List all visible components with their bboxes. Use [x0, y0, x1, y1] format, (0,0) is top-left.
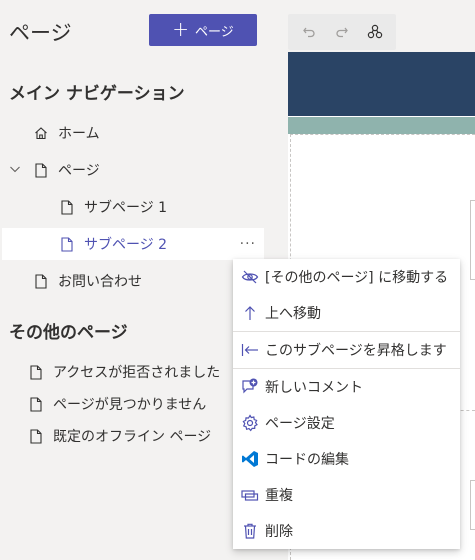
new-page-button-label: ページ	[195, 24, 234, 40]
menu-item-label: 新しいコメント	[265, 380, 363, 396]
nav-item-label: サブページ 2	[84, 237, 168, 253]
page-icon	[34, 273, 48, 289]
comment-add-icon	[241, 378, 259, 396]
nav-item-default-offline-page[interactable]: 既定のオフライン ページ	[0, 420, 265, 452]
redo-icon	[336, 27, 348, 38]
nav-item-home[interactable]: ホーム	[0, 117, 265, 149]
page-icon	[60, 199, 74, 215]
nav-item-page[interactable]: ページ	[0, 154, 265, 186]
menu-item-label: このサブページを昇格します	[265, 343, 447, 359]
menu-item-edit-code[interactable]: コードの編集	[233, 441, 460, 477]
menu-item-move-to-other-pages[interactable]: [その他のページ] に移動する	[233, 259, 460, 295]
nav-item-page-not-found[interactable]: ページが見つかりません	[0, 388, 265, 420]
arrow-up-icon	[241, 304, 259, 322]
gear-icon	[241, 414, 259, 432]
page-icon	[60, 236, 74, 252]
nav-item-label: サブページ 1	[84, 200, 168, 216]
component-placeholder[interactable]	[470, 480, 475, 530]
menu-item-label: [その他のページ] に移動する	[265, 270, 449, 286]
nav-item-label: お問い合わせ	[58, 274, 142, 290]
duplicate-icon	[241, 486, 259, 504]
nav-item-subpage-1[interactable]: サブページ 1	[0, 191, 265, 223]
nav-item-contact[interactable]: お問い合わせ	[0, 265, 265, 297]
new-page-button[interactable]: + ページ	[149, 14, 257, 46]
menu-item-label: 上へ移動	[265, 306, 321, 322]
menu-item-delete[interactable]: 削除	[233, 513, 460, 549]
nav-item-label: 既定のオフライン ページ	[53, 429, 212, 445]
component-placeholder[interactable]	[470, 200, 475, 280]
hidden-eye-icon	[241, 268, 259, 286]
nav-item-label: アクセスが拒否されました	[53, 365, 221, 381]
site-map-button[interactable]	[362, 19, 388, 45]
menu-item-duplicate[interactable]: 重複	[233, 477, 460, 513]
menu-item-label: ページ設定	[265, 416, 335, 432]
chevron-down-icon[interactable]	[8, 162, 22, 178]
page-context-menu: [その他のページ] に移動する 上へ移動 このサブページを昇格します 新しいコメ…	[233, 259, 460, 549]
pane-title: ページ	[9, 21, 72, 45]
nav-item-subpage-2[interactable]: サブページ 2 ···	[2, 228, 264, 260]
home-icon	[34, 125, 48, 141]
nav-item-label: ページが見つかりません	[53, 397, 207, 413]
main-navigation-heading: メイン ナビゲーション	[9, 84, 185, 104]
other-pages-heading: その他のページ	[9, 323, 128, 343]
page-icon	[34, 162, 48, 178]
menu-item-new-comment[interactable]: 新しいコメント	[233, 369, 460, 405]
page-icon	[29, 428, 43, 444]
pages-pane: ページ + ページ メイン ナビゲーション ホーム ページ サブページ 1 サブ…	[0, 0, 265, 560]
page-icon	[29, 396, 43, 412]
vscode-icon	[241, 450, 259, 468]
page-subheader-section[interactable]	[288, 117, 475, 134]
plus-icon: +	[172, 17, 189, 41]
menu-item-label: コードの編集	[265, 452, 349, 468]
page-icon	[29, 364, 43, 380]
nav-item-label: ページ	[58, 163, 100, 179]
menu-item-label: 重複	[265, 488, 293, 504]
section-outline-top	[290, 134, 475, 135]
page-header-section[interactable]	[288, 52, 475, 116]
menu-item-move-up[interactable]: 上へ移動	[233, 295, 460, 331]
menu-item-page-settings[interactable]: ページ設定	[233, 405, 460, 441]
undo-button[interactable]	[296, 19, 322, 45]
promote-icon	[241, 341, 259, 359]
undo-icon	[302, 27, 315, 38]
canvas-toolbar	[288, 14, 396, 50]
nav-item-label: ホーム	[58, 126, 100, 142]
site-map-icon	[368, 24, 383, 39]
trash-icon	[241, 522, 259, 540]
menu-item-label: 削除	[265, 524, 293, 540]
menu-item-promote-subpage[interactable]: このサブページを昇格します	[233, 332, 460, 368]
more-options-icon[interactable]: ···	[240, 236, 256, 252]
redo-button[interactable]	[329, 19, 355, 45]
nav-item-access-denied[interactable]: アクセスが拒否されました	[0, 356, 265, 388]
